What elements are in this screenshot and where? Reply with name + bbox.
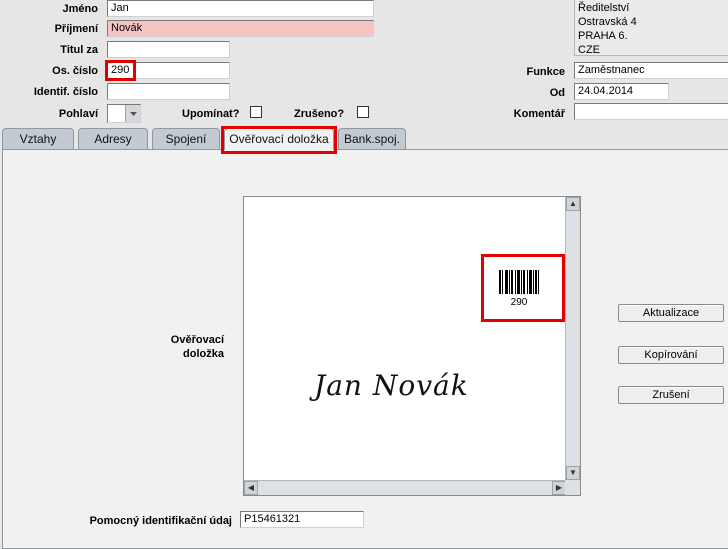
zruseno-checkbox[interactable] — [357, 106, 369, 118]
pomocny-label: Pomocný identifikační údaj — [89, 515, 232, 527]
os-cislo-label: Os. číslo — [52, 65, 98, 77]
prijmeni-field[interactable]: Novák — [107, 20, 374, 37]
upominat-checkbox[interactable] — [250, 106, 262, 118]
tab-adresy[interactable]: Adresy — [78, 128, 148, 150]
scroll-right-icon[interactable]: ▶ — [552, 481, 566, 495]
address-box: Ředitelství Ostravská 4 PRAHA 6. CZE — [574, 0, 728, 56]
scroll-left-icon[interactable]: ◀ — [244, 481, 258, 495]
os-cislo-highlight — [105, 60, 136, 81]
prijmeni-label: Příjmení — [54, 23, 98, 35]
scroll-up-icon[interactable]: ▲ — [566, 197, 580, 211]
section-label-line1: Ověřovací — [170, 334, 224, 346]
tab-bank-spoj[interactable]: Bank.spoj. — [338, 128, 406, 150]
signature-text: Jan Novák — [314, 369, 469, 402]
tab-spojeni[interactable]: Spojení — [152, 128, 220, 150]
titul-field[interactable] — [107, 41, 230, 58]
zruseni-button[interactable]: Zrušení — [618, 386, 724, 404]
address-line: Ostravská 4 — [578, 16, 637, 28]
address-line: CZE — [578, 44, 600, 56]
komentar-label: Komentář — [513, 108, 565, 120]
section-label-line2: doložka — [183, 348, 224, 360]
upominat-label: Upomínat? — [182, 108, 240, 120]
identif-label: Identif. číslo — [33, 86, 98, 98]
funkce-field[interactable]: Zaměstnanec — [574, 62, 728, 79]
komentar-field[interactable] — [574, 103, 728, 120]
address-line: Ředitelství — [578, 2, 630, 14]
vertical-scrollbar[interactable]: ▲ ▼ — [565, 197, 580, 480]
jmeno-label: Jméno — [62, 3, 98, 15]
titul-label: Titul za — [60, 44, 98, 56]
section-label: Ověřovací doložka — [150, 333, 224, 361]
od-label: Od — [549, 87, 565, 99]
tab-highlight — [221, 126, 337, 154]
od-field[interactable]: 24.04.2014 — [574, 83, 669, 100]
aktualizace-button[interactable]: Aktualizace — [618, 304, 724, 322]
horizontal-scrollbar[interactable]: ◀ ▶ — [244, 480, 566, 495]
kopirovani-button[interactable]: Kopírování — [618, 346, 724, 364]
pohlavi-label: Pohlaví — [58, 108, 98, 120]
zruseno-label: Zrušeno? — [294, 108, 345, 120]
jmeno-field[interactable]: Jan — [107, 0, 374, 17]
chevron-down-icon[interactable] — [125, 105, 140, 122]
scroll-down-icon[interactable]: ▼ — [566, 466, 580, 480]
address-line: PRAHA 6. — [578, 30, 628, 42]
pomocny-field[interactable]: P15461321 — [240, 511, 364, 528]
scrollbar-corner — [565, 480, 580, 495]
verification-image-viewer: 290 Jan Novák ▲ ▼ ◀ ▶ — [243, 196, 581, 496]
tab-vztahy[interactable]: Vztahy — [2, 128, 74, 150]
barcode-highlight — [481, 254, 565, 322]
identif-field[interactable] — [107, 83, 230, 100]
funkce-label: Funkce — [526, 66, 565, 78]
